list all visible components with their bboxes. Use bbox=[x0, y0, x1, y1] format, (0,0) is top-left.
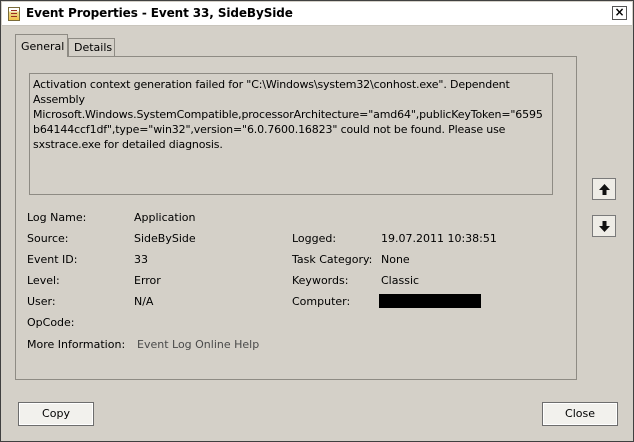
keywords-label: Keywords: bbox=[292, 274, 349, 287]
task-category-value[interactable]: None bbox=[381, 253, 410, 266]
window-title: Event Properties - Event 33, SideBySide bbox=[26, 6, 293, 20]
tab-details[interactable]: Details bbox=[68, 38, 115, 57]
event-log-online-help-link[interactable]: Event Log Online Help bbox=[137, 338, 259, 351]
source-label: Source: bbox=[27, 232, 69, 245]
logged-value[interactable]: 19.07.2011 10:38:51 bbox=[381, 232, 497, 245]
source-value[interactable]: SideBySide bbox=[134, 232, 196, 245]
more-information-label: More Information: bbox=[27, 338, 126, 351]
event-viewer-app-icon bbox=[8, 7, 20, 21]
event-description-text: Activation context generation failed for… bbox=[33, 78, 543, 151]
title-bar[interactable]: Event Properties - Event 33, SideBySide … bbox=[2, 2, 632, 26]
copy-button[interactable]: Copy bbox=[18, 402, 94, 426]
active-tab-joiner bbox=[16, 55, 67, 57]
level-label: Level: bbox=[27, 274, 60, 287]
event-properties-window: Event Properties - Event 33, SideBySide … bbox=[0, 0, 634, 442]
previous-event-button[interactable] bbox=[592, 178, 616, 200]
user-value[interactable]: N/A bbox=[134, 295, 153, 308]
close-button[interactable]: Close bbox=[542, 402, 618, 426]
window-close-button[interactable]: × bbox=[612, 6, 627, 20]
computer-value-redacted bbox=[379, 294, 481, 308]
computer-label: Computer: bbox=[292, 295, 351, 308]
next-event-button[interactable] bbox=[592, 215, 616, 237]
logged-label: Logged: bbox=[292, 232, 337, 245]
task-category-label: Task Category: bbox=[292, 253, 373, 266]
opcode-label: OpCode: bbox=[27, 316, 75, 329]
event-id-value[interactable]: 33 bbox=[134, 253, 148, 266]
event-description-box[interactable]: Activation context generation failed for… bbox=[29, 73, 553, 195]
log-name-label: Log Name: bbox=[27, 211, 87, 224]
log-name-value[interactable]: Application bbox=[134, 211, 195, 224]
level-value[interactable]: Error bbox=[134, 274, 161, 287]
tab-general[interactable]: General bbox=[15, 34, 68, 57]
user-label: User: bbox=[27, 295, 56, 308]
event-id-label: Event ID: bbox=[27, 253, 78, 266]
keywords-value[interactable]: Classic bbox=[381, 274, 419, 287]
